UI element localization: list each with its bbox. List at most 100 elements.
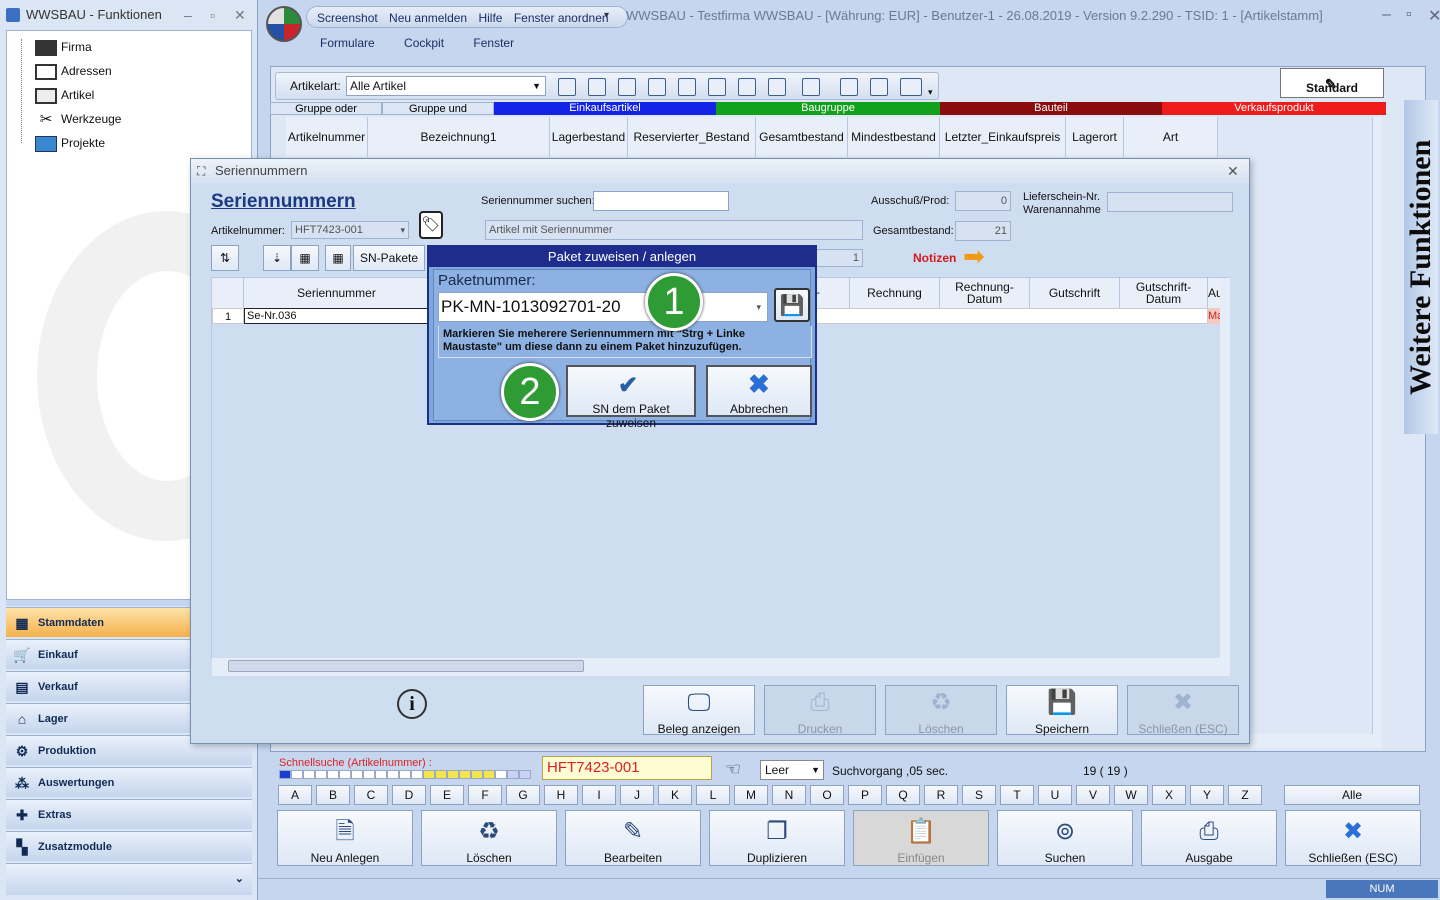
cat-gruppe-oder[interactable]: Gruppe oder [270, 102, 382, 115]
tree-item-firma[interactable]: Firma [35, 37, 92, 57]
form-icon[interactable] [768, 78, 786, 96]
sort-icon[interactable]: ⇅ [211, 245, 239, 271]
letter-b-button[interactable]: B [316, 785, 350, 805]
letter-j-button[interactable]: J [620, 785, 654, 805]
package-icon[interactable] [708, 78, 726, 96]
letter-x-button[interactable]: X [1152, 785, 1186, 805]
sn-beleg-anzeigen-button[interactable]: 🖵 Beleg anzeigen [643, 685, 755, 736]
col-rechnung[interactable]: Rechnung [850, 278, 940, 308]
letter-z-button[interactable]: Z [1228, 785, 1262, 805]
qat-screenshot[interactable]: Screenshot [317, 11, 378, 25]
sn-pakete-button[interactable]: SN-Pakete [353, 245, 425, 271]
grid-icon[interactable] [558, 78, 576, 96]
artikelnummer-field[interactable]: HFT7423-001 ▾ [291, 221, 409, 239]
tree-item-projekte[interactable]: Projekte [35, 133, 105, 153]
col-artikelnummer[interactable]: Artikelnummer [286, 117, 368, 157]
letter-q-button[interactable]: Q [886, 785, 920, 805]
letter-i-button[interactable]: I [582, 785, 616, 805]
alle-button[interactable]: Alle [1284, 785, 1420, 805]
letter-l-button[interactable]: L [696, 785, 730, 805]
letter-r-button[interactable]: R [924, 785, 958, 805]
col-rechnung-datum[interactable]: Rechnung- Datum [940, 278, 1030, 308]
letter-s-button[interactable]: S [962, 785, 996, 805]
menu-fenster[interactable]: Fenster [473, 36, 514, 50]
schnellsuche-input[interactable]: HFT7423-001 [542, 756, 712, 780]
einfügen-button[interactable]: 📋 Einfügen [853, 810, 989, 866]
löschen-button[interactable]: ♻ Löschen [421, 810, 557, 866]
bearbeiten-button[interactable]: ✎ Bearbeiten [565, 810, 701, 866]
sn-hscroll[interactable] [212, 658, 1230, 676]
sort-down-icon[interactable]: ⇣ [263, 245, 291, 271]
ausgabe-button[interactable]: ⎙ Ausgabe [1141, 810, 1277, 866]
sort-icon[interactable] [802, 78, 820, 96]
save-icon[interactable]: 💾 [774, 288, 810, 322]
duplizieren-button[interactable]: ❐ Duplizieren [709, 810, 845, 866]
letter-w-button[interactable]: W [1114, 785, 1148, 805]
qat-neu-anmelden[interactable]: Neu anmelden [389, 11, 467, 25]
cat-bauteil[interactable]: Bauteil [940, 102, 1162, 115]
letter-v-button[interactable]: V [1076, 785, 1110, 805]
col-lagerort[interactable]: Lagerort [1066, 117, 1124, 157]
artikelart-select[interactable]: Alle Artikel ▼ [346, 76, 546, 96]
col-lagerbestand[interactable]: Lagerbestand [550, 117, 628, 157]
panel-bottom-icon[interactable] [840, 78, 858, 96]
letter-y-button[interactable]: Y [1190, 785, 1224, 805]
database-icon[interactable] [588, 78, 606, 96]
ausschuss-field[interactable]: 0 [955, 191, 1011, 211]
sn-schließen-esc-button[interactable]: ✖ Schließen (ESC) [1127, 685, 1239, 736]
pointing-hand-icon[interactable]: ☜ [716, 758, 750, 780]
image-icon[interactable] [618, 78, 636, 96]
layout-icon[interactable] [900, 78, 922, 96]
sn-suchen-input[interactable] [593, 191, 729, 211]
qat-hilfe[interactable]: Hilfe [478, 11, 502, 25]
article-vscroll[interactable] [1372, 117, 1382, 737]
letter-f-button[interactable]: F [468, 785, 502, 805]
sn-vscroll[interactable] [1220, 278, 1230, 660]
sn-assign-button[interactable]: ✔ SN dem Paket zuweisen [566, 365, 696, 430]
nav-auswertungen[interactable]: ⁂ Auswertungen [6, 767, 252, 797]
tag-icon[interactable]: 🏷 [419, 211, 443, 239]
letter-m-button[interactable]: M [734, 785, 768, 805]
minimize-icon[interactable]: – [184, 0, 192, 30]
col-seriennummer[interactable]: Seriennummer [244, 278, 430, 308]
schließen-esc-button[interactable]: ✖ Schließen (ESC) [1285, 810, 1421, 866]
sn-hscroll-thumb[interactable] [228, 660, 584, 672]
table-row[interactable] [810, 308, 1208, 324]
letter-o-button[interactable]: O [810, 785, 844, 805]
nav-extras[interactable]: ✚ Extras [6, 799, 252, 829]
sn-cell[interactable]: Se-Nr.036 [244, 308, 430, 324]
menu-cockpit[interactable]: Cockpit [404, 36, 444, 50]
toolbar-overflow-icon[interactable]: ▾ [928, 87, 933, 98]
suchen-button[interactable]: ⊚ Suchen [997, 810, 1133, 866]
standard-button[interactable]: ✎ Standard [1280, 68, 1384, 98]
col-mindestbestand[interactable]: Mindestbestand [848, 117, 940, 157]
cat-verkaufsprodukt[interactable]: Verkaufsprodukt [1162, 102, 1386, 115]
close-icon[interactable]: ✕ [234, 0, 246, 30]
cat-gruppe-und[interactable]: Gruppe und [382, 102, 494, 115]
col-reservierter-bestand[interactable]: Reservierter_Bestand [628, 117, 756, 157]
letter-g-button[interactable]: G [506, 785, 540, 805]
package-icon[interactable]: ▦ [291, 245, 319, 271]
sn-speichern-button[interactable]: 💾 Speichern [1006, 685, 1118, 736]
col-gutschrift-datum[interactable]: Gutschrift- Datum [1120, 278, 1208, 308]
cat-baugruppe[interactable]: Baugruppe [716, 102, 940, 115]
cubes-icon[interactable] [648, 78, 666, 96]
leer-select[interactable]: Leer ▼ [760, 760, 824, 780]
lieferschein-field[interactable] [1107, 192, 1233, 212]
letter-k-button[interactable]: K [658, 785, 692, 805]
panel-top-icon[interactable] [870, 78, 888, 96]
letter-u-button[interactable]: U [1038, 785, 1072, 805]
letter-n-button[interactable]: N [772, 785, 806, 805]
col-letzter-einkaufspreis[interactable]: Letzter_Einkaufspreis [940, 117, 1066, 157]
article-hscroll[interactable] [1250, 734, 1382, 748]
close-icon[interactable]: ✕ [1428, 6, 1440, 26]
arrow-right-icon[interactable]: ➡ [963, 243, 985, 269]
close-icon[interactable]: ✕ [1227, 159, 1239, 183]
sn-count-field[interactable]: 1 [815, 249, 863, 267]
artikel-mit-sn-field[interactable]: Artikel mit Seriennummer [485, 220, 863, 240]
abbrechen-button[interactable]: ✖ Abbrechen [706, 365, 812, 417]
restore-icon[interactable]: ▫ [210, 0, 215, 30]
qat-fenster-anordnen[interactable]: Fenster anordnen [514, 11, 609, 25]
letter-a-button[interactable]: A [278, 785, 312, 805]
col-gesamtbestand[interactable]: Gesamtbestand [756, 117, 848, 157]
